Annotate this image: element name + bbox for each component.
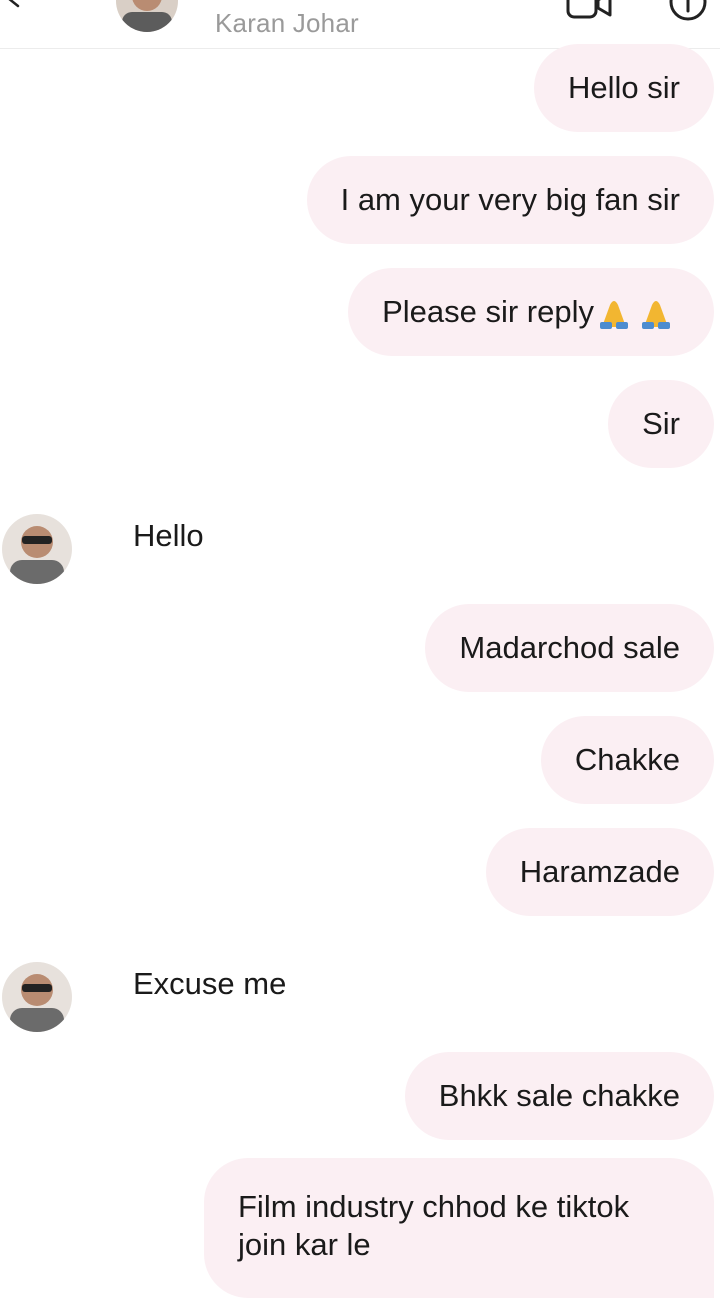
incoming-message[interactable]: Hello <box>133 518 204 554</box>
chat-header: Karan Johar <box>0 0 720 49</box>
message-text: Please sir reply <box>382 294 594 329</box>
outgoing-message[interactable]: Haramzade <box>485 828 714 916</box>
outgoing-message[interactable]: Chakke <box>540 716 714 804</box>
outgoing-message[interactable]: Madarchod sale <box>425 604 714 692</box>
outgoing-message[interactable]: Please sir reply <box>348 268 714 356</box>
folded-hands-icon <box>600 301 670 329</box>
outgoing-message[interactable]: Sir <box>608 380 714 468</box>
outgoing-message[interactable]: Bhkk sale chakke <box>404 1052 714 1140</box>
info-icon[interactable] <box>668 0 708 22</box>
message-text: Chakke <box>574 742 680 777</box>
outgoing-message[interactable]: Film industry chhod ke tiktok join kar l… <box>204 1158 714 1298</box>
contact-name[interactable]: Karan Johar <box>215 8 359 39</box>
header-avatar[interactable] <box>116 0 178 32</box>
outgoing-message[interactable]: I am your very big fan sir <box>306 156 714 244</box>
back-arrow-icon[interactable] <box>2 0 26 10</box>
message-text: Hello sir <box>568 70 680 105</box>
message-text: Madarchod sale <box>459 630 680 665</box>
message-text: Film industry chhod ke tiktok join kar l… <box>238 1189 630 1262</box>
video-call-icon[interactable] <box>565 0 613 20</box>
incoming-message[interactable]: Excuse me <box>133 966 286 1002</box>
outgoing-message[interactable]: Hello sir <box>534 44 714 132</box>
sender-avatar[interactable] <box>2 514 72 584</box>
sender-avatar[interactable] <box>2 962 72 1032</box>
message-text: Bhkk sale chakke <box>438 1078 680 1113</box>
message-text: Haramzade <box>519 854 680 889</box>
message-text: Sir <box>642 406 680 441</box>
message-text: I am your very big fan sir <box>340 182 680 217</box>
